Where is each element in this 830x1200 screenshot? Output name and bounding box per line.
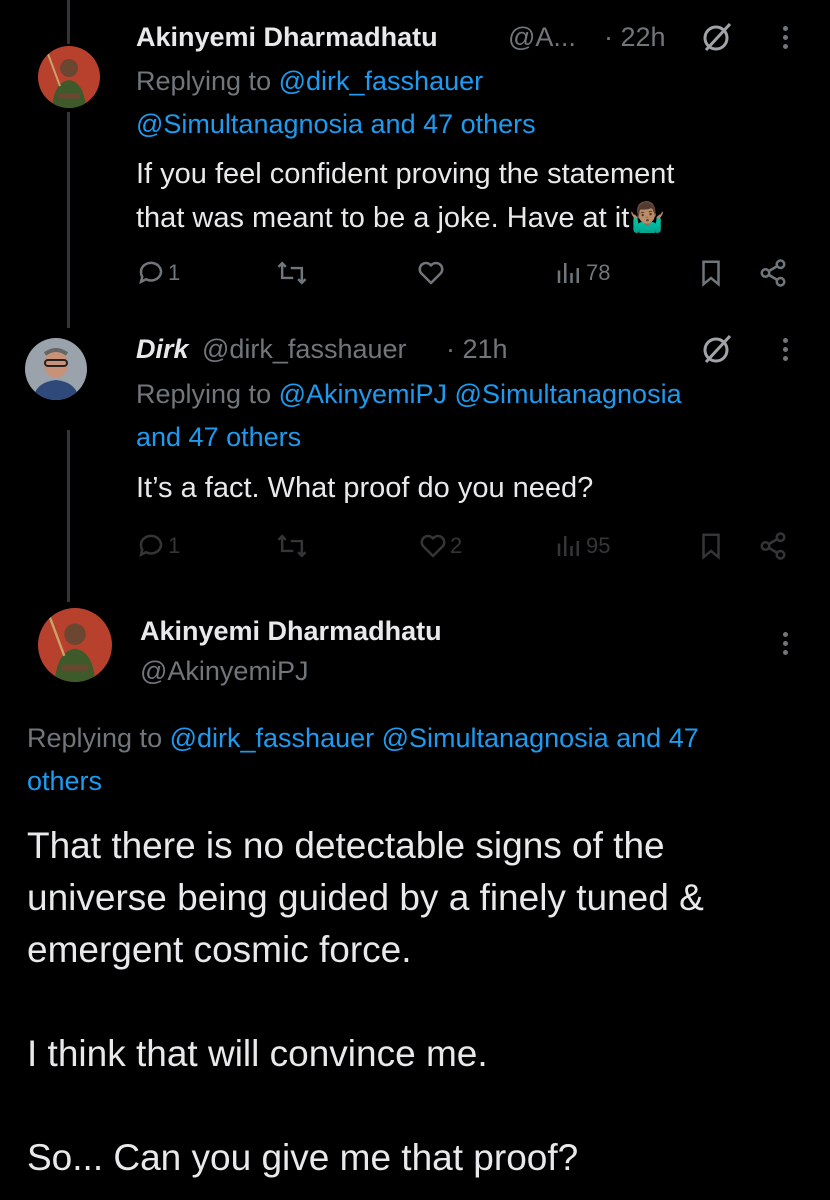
- tweet-1-time[interactable]: · 22h: [604, 22, 666, 53]
- tweet-2-replying-line-2[interactable]: and 47 others: [136, 422, 301, 453]
- grok-icon[interactable]: [700, 332, 734, 371]
- thread-line-top: [67, 0, 70, 44]
- tweet-1-text-line-1: If you feel confident proving the statem…: [136, 158, 675, 190]
- avatar[interactable]: [38, 46, 100, 108]
- main-tweet-text-line-1: That there is no detectable signs of the: [27, 825, 665, 866]
- reply-button[interactable]: 1: [136, 258, 180, 288]
- reply-icon: [139, 534, 163, 558]
- main-tweet-text-line-2: universe being guided by a finely tuned …: [27, 877, 704, 918]
- main-tweet-text-line-5: So... Can you give me that proof?: [27, 1137, 579, 1178]
- share-icon: [760, 259, 786, 287]
- like-icon: [418, 261, 444, 285]
- main-tweet-text-line-4: I think that will convince me.: [27, 1033, 488, 1074]
- more-icon[interactable]: [783, 632, 789, 659]
- bookmark-icon: [702, 260, 720, 287]
- avatar-image-akinyemi: [38, 46, 100, 108]
- share-icon: [760, 532, 786, 560]
- tweet-2-replying-line-1: Replying to @AkinyemiPJ @Simultanagnosia: [136, 379, 682, 410]
- views-button[interactable]: 95: [554, 531, 610, 561]
- more-icon[interactable]: [783, 26, 789, 53]
- more-icon[interactable]: [783, 338, 789, 365]
- like-icon: [420, 534, 446, 558]
- views-count: 78: [586, 260, 611, 285]
- avatar[interactable]: [25, 338, 87, 400]
- retweet-icon: [277, 261, 307, 285]
- tweet-2-display-name[interactable]: Dirk: [136, 334, 189, 365]
- main-tweet-display-name[interactable]: Akinyemi Dharmadhatu: [140, 616, 442, 647]
- reply-icon: [139, 261, 163, 285]
- reply-prefix: Replying to: [136, 66, 272, 96]
- bookmark-icon: [702, 533, 720, 560]
- share-button[interactable]: [758, 258, 788, 288]
- like-button[interactable]: 2: [418, 531, 462, 561]
- reply-to-link[interactable]: @dirk_fasshauer: [279, 66, 484, 96]
- thread-line-2: [67, 430, 70, 602]
- tweet-2-text: It’s a fact. What proof do you need?: [136, 472, 594, 504]
- thread-line-1: [67, 112, 70, 328]
- grok-icon[interactable]: [700, 20, 734, 59]
- tweet-1-replying-line-1: Replying to @dirk_fasshauer: [136, 66, 483, 97]
- reply-button[interactable]: 1: [136, 531, 180, 561]
- reply-to-link[interactable]: @dirk_fasshauer @Simultanagnosia and 47: [170, 723, 699, 753]
- tweet-2-handle[interactable]: @dirk_fasshauer: [202, 334, 407, 365]
- main-tweet-replying-line-1: Replying to @dirk_fasshauer @Simultanagn…: [27, 723, 699, 754]
- avatar-image-dirk: [25, 338, 87, 400]
- reply-count: 1: [168, 260, 181, 285]
- views-icon: [557, 263, 579, 283]
- retweet-button[interactable]: [276, 258, 308, 288]
- reply-prefix: Replying to: [27, 723, 163, 753]
- bookmark-button[interactable]: [696, 531, 726, 561]
- avatar-image-akinyemi: [38, 608, 112, 682]
- main-tweet-text-line-3: emergent cosmic force.: [27, 929, 412, 970]
- views-icon: [557, 536, 579, 556]
- tweet-1-handle[interactable]: @A...: [508, 22, 576, 53]
- avatar[interactable]: [38, 608, 112, 682]
- main-tweet-text: That there is no detectable signs of the…: [27, 820, 704, 1184]
- share-button[interactable]: [758, 531, 788, 561]
- bookmark-button[interactable]: [696, 258, 726, 288]
- tweet-1-text-line-2: that was meant to be a joke. Have at it🤷…: [136, 202, 666, 234]
- like-count: 2: [450, 533, 463, 558]
- views-button[interactable]: 78: [554, 258, 610, 288]
- main-tweet-handle[interactable]: @AkinyemiPJ: [140, 656, 308, 687]
- like-button[interactable]: [416, 258, 446, 288]
- reply-prefix: Replying to: [136, 379, 272, 409]
- retweet-button[interactable]: [276, 531, 308, 561]
- tweet-1-replying-line-2[interactable]: @Simultanagnosia and 47 others: [136, 109, 536, 140]
- retweet-icon: [277, 534, 307, 558]
- main-tweet-replying-line-2[interactable]: others: [27, 766, 102, 797]
- tweet-1-display-name[interactable]: Akinyemi Dharmadhatu: [136, 22, 438, 53]
- reply-count: 1: [168, 533, 181, 558]
- tweet-1-text: If you feel confident proving the statem…: [136, 152, 674, 240]
- views-count: 95: [586, 533, 611, 558]
- reply-to-link[interactable]: @AkinyemiPJ @Simultanagnosia: [279, 379, 682, 409]
- tweet-2-time[interactable]: · 21h: [446, 334, 508, 365]
